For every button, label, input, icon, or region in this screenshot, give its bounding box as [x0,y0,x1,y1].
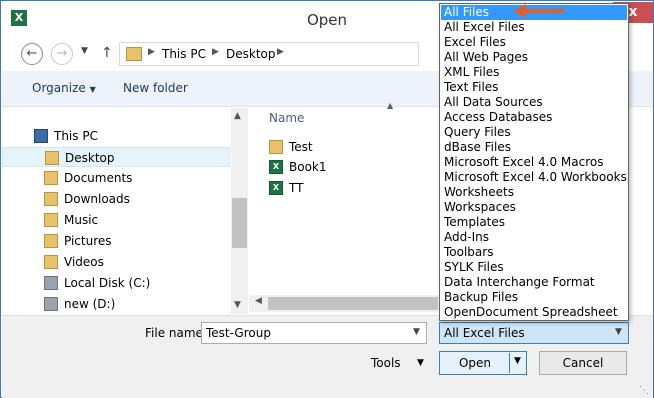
nav-item-label: Pictures [64,234,112,248]
navigation-pane: This PC Desktop Documents Downloads Musi… [2,108,232,314]
computer-icon [34,129,48,143]
folder-icon [45,151,59,165]
dropdown-option[interactable]: Microsoft Excel 4.0 Macros [441,155,627,170]
nav-item-label: Videos [64,255,104,269]
breadcrumb-this-pc[interactable]: This PC [162,47,206,61]
recent-locations-dropdown-icon[interactable]: ▼ [81,46,88,56]
excel-file-icon: X [269,160,283,174]
disk-icon [44,276,58,290]
annotation-arrow-head-icon [513,4,526,18]
organize-button[interactable]: Organize ▼ [32,81,96,95]
cancel-button[interactable]: Cancel [539,351,627,375]
sort-ascending-icon: ▲ [387,101,394,110]
scroll-up-icon[interactable]: ▲ [234,111,241,121]
folder-icon [269,140,283,154]
breadcrumb-chevron-icon[interactable]: ▶ [148,47,155,57]
breadcrumb-desktop[interactable]: Desktop [226,47,276,61]
nav-item-this-pc[interactable]: This PC [2,126,230,146]
horizontal-scrollbar-thumb[interactable] [268,297,438,310]
tools-menu-button[interactable]: Tools [371,356,401,370]
dropdown-option[interactable]: Access Databases [441,110,627,125]
back-button[interactable]: ← [21,43,43,65]
dropdown-option[interactable]: dBase Files [441,140,627,155]
dropdown-option[interactable]: All Data Sources [441,95,627,110]
folder-icon [44,255,58,269]
excel-file-icon: X [269,181,283,195]
address-bar[interactable]: ▶ This PC ▶ Desktop ▶ [119,42,419,66]
nav-item-new-d[interactable]: new (D:) [2,294,230,314]
file-item-label: Book1 [289,160,327,174]
nav-item-documents[interactable]: Documents [2,168,230,188]
nav-item-label: new (D:) [64,297,116,311]
tools-dropdown-icon[interactable]: ▼ [417,358,424,368]
dropdown-option[interactable]: Data Interchange Format [441,275,627,290]
file-name-input[interactable]: Test-Group [201,322,427,344]
dropdown-option[interactable]: Toolbars [441,245,627,260]
dropdown-option[interactable]: Query Files [441,125,627,140]
dropdown-option[interactable]: Worksheets [441,185,627,200]
dropdown-option[interactable]: Templates [441,215,627,230]
nav-item-music[interactable]: Music [2,210,230,230]
dropdown-option[interactable]: Backup Files [441,290,627,305]
dropdown-option[interactable]: XML Files [441,65,627,80]
nav-item-label: Local Disk (C:) [64,276,151,290]
up-arrow-icon[interactable]: ↑ [101,45,113,61]
nav-item-pictures[interactable]: Pictures [2,231,230,251]
music-folder-icon [44,213,58,227]
file-type-select[interactable]: All Excel Files [439,322,629,344]
dropdown-option[interactable]: All Excel Files [441,20,627,35]
chevron-down-icon[interactable]: ▼ [615,327,622,337]
dropdown-option[interactable]: Text Files [441,80,627,95]
nav-pane-scrollbar-thumb[interactable] [232,198,247,248]
breadcrumb-chevron-icon[interactable]: ▶ [212,47,219,57]
disk-icon [44,297,58,311]
file-name-history-dropdown-icon[interactable]: ▼ [413,327,420,337]
nav-item-label: This PC [54,129,98,143]
file-item-label: TT [289,181,304,195]
dropdown-option[interactable]: Workspaces [441,200,627,215]
open-dialog: X Open x ← → ▼ ↑ ▶ This PC ▶ Desktop ▶ O… [0,0,654,398]
file-name-label: File name: [145,326,207,340]
organize-label: Organize [32,81,86,95]
breadcrumb-chevron-icon[interactable]: ▶ [277,47,284,57]
nav-item-downloads[interactable]: Downloads [2,189,230,209]
file-type-dropdown-list: All Files All Excel Files Excel Files Al… [439,3,629,321]
dropdown-option[interactable]: Microsoft Excel 4.0 Workbooks [441,170,627,185]
nav-item-label: Documents [64,171,133,185]
annotation-arrow [524,9,564,13]
folder-icon [44,234,58,248]
resize-grip-icon[interactable]: ⋱ [639,385,649,396]
column-header-name[interactable]: Name [269,111,304,125]
chevron-down-icon: ▼ [89,85,96,94]
nav-item-label: Downloads [64,192,130,206]
nav-item-label: Desktop [65,151,115,165]
folder-icon [44,192,58,206]
folder-icon [126,47,142,61]
folder-icon [44,171,58,185]
new-folder-button[interactable]: New folder [123,81,188,95]
scroll-left-icon[interactable]: ◀ [255,296,262,306]
open-split-divider [509,353,510,373]
nav-item-label: Music [64,213,99,227]
forward-button[interactable]: → [51,43,73,65]
dropdown-option[interactable]: Excel Files [441,35,627,50]
dropdown-option[interactable]: OpenDocument Spreadsheet [441,305,627,320]
scroll-down-icon[interactable]: ▼ [234,300,241,310]
dropdown-option[interactable]: SYLK Files [441,260,627,275]
dropdown-option[interactable]: All Web Pages [441,50,627,65]
nav-item-videos[interactable]: Videos [2,252,230,272]
dropdown-option[interactable]: Add-Ins [441,230,627,245]
nav-item-desktop[interactable]: Desktop [2,147,230,167]
file-item-label: Test [289,140,313,154]
open-button-label: Open [458,356,492,370]
open-options-dropdown-icon[interactable]: ▼ [514,356,521,366]
nav-item-local-disk-c[interactable]: Local Disk (C:) [2,273,230,293]
